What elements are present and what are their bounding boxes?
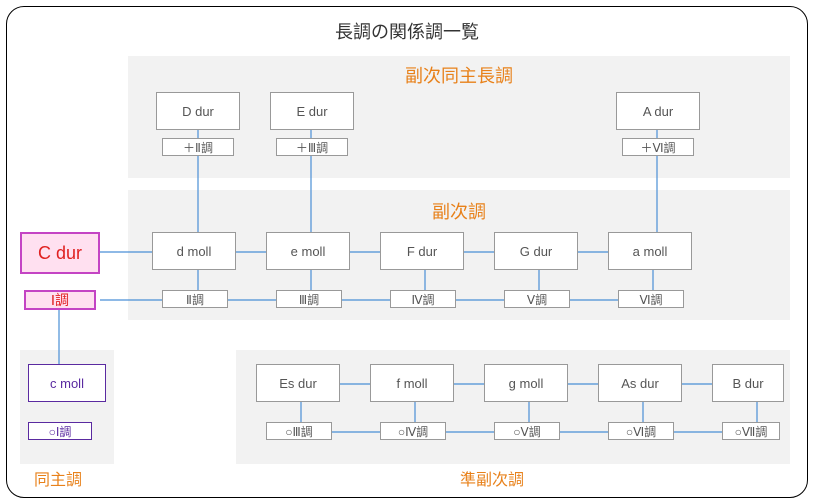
bot-deg-1: ○Ⅳ調	[380, 422, 446, 440]
mid-deg-1: Ⅲ調	[276, 290, 342, 308]
parallel-degree-box: ○Ⅰ調	[28, 422, 92, 440]
upper-deg-1: ＋Ⅲ調	[276, 138, 348, 156]
upper-deg-2: ＋Ⅵ調	[622, 138, 694, 156]
mid-key-2: F dur	[380, 232, 464, 270]
upper-key-2: A dur	[616, 92, 700, 130]
bot-deg-3: ○Ⅵ調	[608, 422, 674, 440]
bot-deg-0: ○Ⅲ調	[266, 422, 332, 440]
mid-key-4: a moll	[608, 232, 692, 270]
upper-key-0: D dur	[156, 92, 240, 130]
mid-deg-4: Ⅵ調	[618, 290, 684, 308]
mid-key-1: e moll	[266, 232, 350, 270]
main-key-box: C dur	[20, 232, 100, 274]
page-title: 長調の関係調一覧	[0, 18, 814, 44]
section-title-parallel: 同主調	[34, 466, 82, 490]
section-title-bottom: 準副次調	[460, 466, 524, 490]
bot-key-0: Es dur	[256, 364, 340, 402]
bot-deg-2: ○Ⅴ調	[494, 422, 560, 440]
section-title-upper: 副次同主長調	[128, 62, 790, 88]
upper-deg-0: ＋Ⅱ調	[162, 138, 234, 156]
bot-key-4: B dur	[712, 364, 784, 402]
mid-deg-3: Ⅴ調	[504, 290, 570, 308]
bot-key-3: As dur	[598, 364, 682, 402]
mid-deg-0: Ⅱ調	[162, 290, 228, 308]
mid-key-3: G dur	[494, 232, 578, 270]
bot-key-1: f moll	[370, 364, 454, 402]
bot-deg-4: ○Ⅶ調	[722, 422, 780, 440]
main-degree-box: Ⅰ調	[24, 290, 96, 310]
mid-key-0: d moll	[152, 232, 236, 270]
parallel-key-box: c moll	[28, 364, 106, 402]
bot-key-2: g moll	[484, 364, 568, 402]
upper-key-1: E dur	[270, 92, 354, 130]
section-title-middle: 副次調	[128, 198, 790, 224]
mid-deg-2: Ⅳ調	[390, 290, 456, 308]
